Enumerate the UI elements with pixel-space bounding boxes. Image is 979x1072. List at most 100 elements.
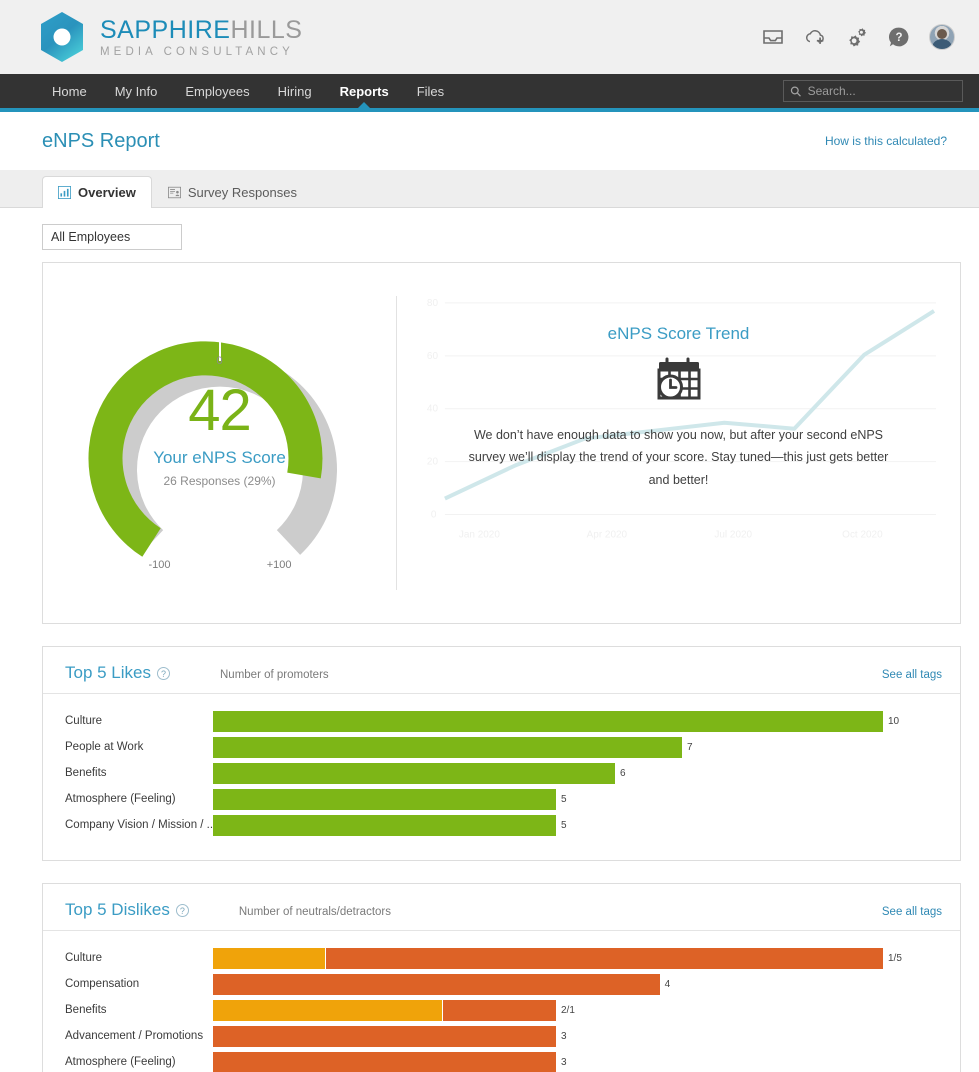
top-5-likes-title: Top 5 Likes xyxy=(65,663,151,682)
trend-empty-state: eNPS Score Trend We don’t have enough da… xyxy=(397,263,960,623)
gauge-tick-max: +100 xyxy=(266,559,292,571)
gauge-tick-min: -100 xyxy=(148,559,171,571)
gauge-center-readout: 42 Your eNPS Score 26 Responses (29%) xyxy=(75,378,365,489)
nav-item-my-info[interactable]: My Info xyxy=(101,74,172,108)
bar-category-label: Benefits xyxy=(65,1004,107,1016)
bar-chart-icon xyxy=(58,186,71,199)
bar-value-label: 5 xyxy=(561,793,567,805)
bar-track: 3 xyxy=(213,1023,567,1049)
bar-track: 3 xyxy=(213,1049,567,1072)
bar-track: 10 xyxy=(213,708,899,734)
logo-name-secondary: HILLS xyxy=(230,15,303,44)
header-icon-group: ? xyxy=(761,24,963,50)
tab-survey-responses[interactable]: Survey Responses xyxy=(152,176,313,208)
cloud-upload-icon[interactable] xyxy=(803,25,827,49)
top-5-likes-bar-chart: Culture 10 People at Work 7 Benefits 6 Atmosph… xyxy=(43,694,960,860)
bar-segment-detractors[interactable] xyxy=(213,973,660,995)
bar-category-label: Benefits xyxy=(65,767,107,779)
bar-value-label: 6 xyxy=(620,767,626,779)
bar-segment[interactable] xyxy=(213,788,556,810)
top-5-dislikes-header: Top 5 Dislikes ? Number of neutrals/detr… xyxy=(43,884,960,931)
enps-score-value: 42 xyxy=(188,378,252,443)
bar-segment[interactable] xyxy=(213,710,883,732)
bar-track: 5 xyxy=(213,812,567,838)
tab-overview[interactable]: Overview xyxy=(42,176,152,208)
inbox-icon[interactable] xyxy=(761,25,785,49)
search-box[interactable] xyxy=(783,80,963,102)
bar-track: 6 xyxy=(213,760,626,786)
bar-segment-detractors[interactable] xyxy=(324,947,883,969)
bar-value-label: 4 xyxy=(664,978,671,990)
bar-row: Compensation 4 xyxy=(43,971,960,997)
search-input[interactable] xyxy=(807,84,956,98)
bar-value-label: 10 xyxy=(888,715,900,727)
gauge-tick-zero: 0 xyxy=(216,355,223,367)
bar-category-label: Advancement / Promotions xyxy=(65,1030,204,1042)
bar-segment-detractors[interactable] xyxy=(441,999,556,1021)
bar-category-label: Compensation xyxy=(65,978,140,990)
bar-segment-detractors[interactable] xyxy=(213,1025,556,1047)
company-logo[interactable]: SAPPHIREHILLS MEDIA CONSULTANCY xyxy=(38,11,302,63)
hexagon-logo-icon xyxy=(41,12,83,62)
top-5-dislikes-see-all-tags-link[interactable]: See all tags xyxy=(882,906,942,918)
how-is-this-calculated-link[interactable]: How is this calculated? xyxy=(825,134,947,148)
bar-segment-neutrals[interactable] xyxy=(213,947,325,969)
search-icon xyxy=(790,86,801,97)
nav-item-files[interactable]: Files xyxy=(403,74,458,108)
enps-trend-panel: 80 60 40 20 0 Jan 2020 Apr 2020 Jul 2020… xyxy=(397,263,960,623)
bar-segment-neutrals[interactable] xyxy=(213,999,442,1021)
bar-value-label: 7 xyxy=(687,741,693,753)
bar-segment[interactable] xyxy=(213,814,556,836)
filter-row: All Employees xyxy=(0,208,979,262)
enps-response-count: 26 Responses (29%) xyxy=(163,474,276,488)
bar-track: 1/5 xyxy=(213,945,902,971)
top-5-dislikes-help-icon[interactable]: ? xyxy=(175,904,189,917)
bar-category-label: Company Vision / Mission / ... xyxy=(65,819,213,831)
bar-category-label: People at Work xyxy=(65,741,144,753)
top-5-dislikes-subtitle: Number of neutrals/detractors xyxy=(238,906,391,918)
enps-gauge: 0 42 Your eNPS Score 26 Responses (29%) … xyxy=(75,298,365,576)
page-header: eNPS Report How is this calculated? xyxy=(0,112,979,170)
bar-category-label: Atmosphere (Feeling) xyxy=(65,793,176,805)
nav-item-hiring[interactable]: Hiring xyxy=(264,74,326,108)
bar-track: 2/1 xyxy=(213,997,575,1023)
help-icon[interactable]: ? xyxy=(887,25,911,49)
bar-value-label: 3 xyxy=(561,1030,567,1042)
trend-empty-message: We don’t have enough data to show you no… xyxy=(468,428,889,487)
bar-track: 4 xyxy=(213,971,670,997)
top-5-likes-header: Top 5 Likes ? Number of promoters See al… xyxy=(43,647,960,694)
tab-survey-responses-label: Survey Responses xyxy=(187,185,297,200)
brand-header: SAPPHIREHILLS MEDIA CONSULTANCY ? xyxy=(0,0,979,74)
nav-item-employees[interactable]: Employees xyxy=(171,74,263,108)
bar-row: Culture 1/5 xyxy=(43,945,960,971)
calendar-clock-icon xyxy=(655,356,703,407)
nav-item-reports[interactable]: Reports xyxy=(326,74,403,109)
logo-name-primary: SAPPHIRE xyxy=(100,15,231,44)
bar-value-label: 1/5 xyxy=(887,952,902,964)
bar-row: People at Work 7 xyxy=(43,734,960,760)
summary-card: 0 42 Your eNPS Score 26 Responses (29%) … xyxy=(42,262,961,624)
bar-segment-detractors[interactable] xyxy=(213,1051,556,1072)
bar-segment[interactable] xyxy=(213,762,615,784)
bar-track: 7 xyxy=(213,734,693,760)
bar-value-label: 3 xyxy=(561,1056,567,1068)
employee-filter-select[interactable]: All Employees xyxy=(42,224,182,250)
survey-form-icon xyxy=(167,186,181,199)
bar-row: Company Vision / Mission / ... 5 xyxy=(43,812,960,838)
svg-text:?: ? xyxy=(895,32,902,44)
avatar[interactable] xyxy=(929,24,955,50)
top-5-likes-see-all-tags-link[interactable]: See all tags xyxy=(882,669,942,681)
bar-row: Atmosphere (Feeling) 3 xyxy=(43,1049,960,1072)
top-5-likes-help-icon[interactable]: ? xyxy=(157,667,170,680)
tab-overview-label: Overview xyxy=(78,185,136,200)
bar-row: Atmosphere (Feeling) 5 xyxy=(43,786,960,812)
top-5-likes-card: Top 5 Likes ? Number of promoters See al… xyxy=(42,646,961,861)
settings-gears-icon[interactable] xyxy=(845,25,869,49)
bar-row: Advancement / Promotions 3 xyxy=(43,1023,960,1049)
nav-item-home[interactable]: Home xyxy=(38,74,101,108)
top-5-dislikes-bar-chart: Culture 1/5 Compensation 4 Benefits 2/1 Advanc… xyxy=(43,931,960,1072)
top-5-dislikes-title: Top 5 Dislikes xyxy=(65,900,170,919)
bar-category-label: Culture xyxy=(65,715,103,727)
bar-row: Culture 10 xyxy=(43,708,960,734)
bar-segment[interactable] xyxy=(213,736,682,758)
